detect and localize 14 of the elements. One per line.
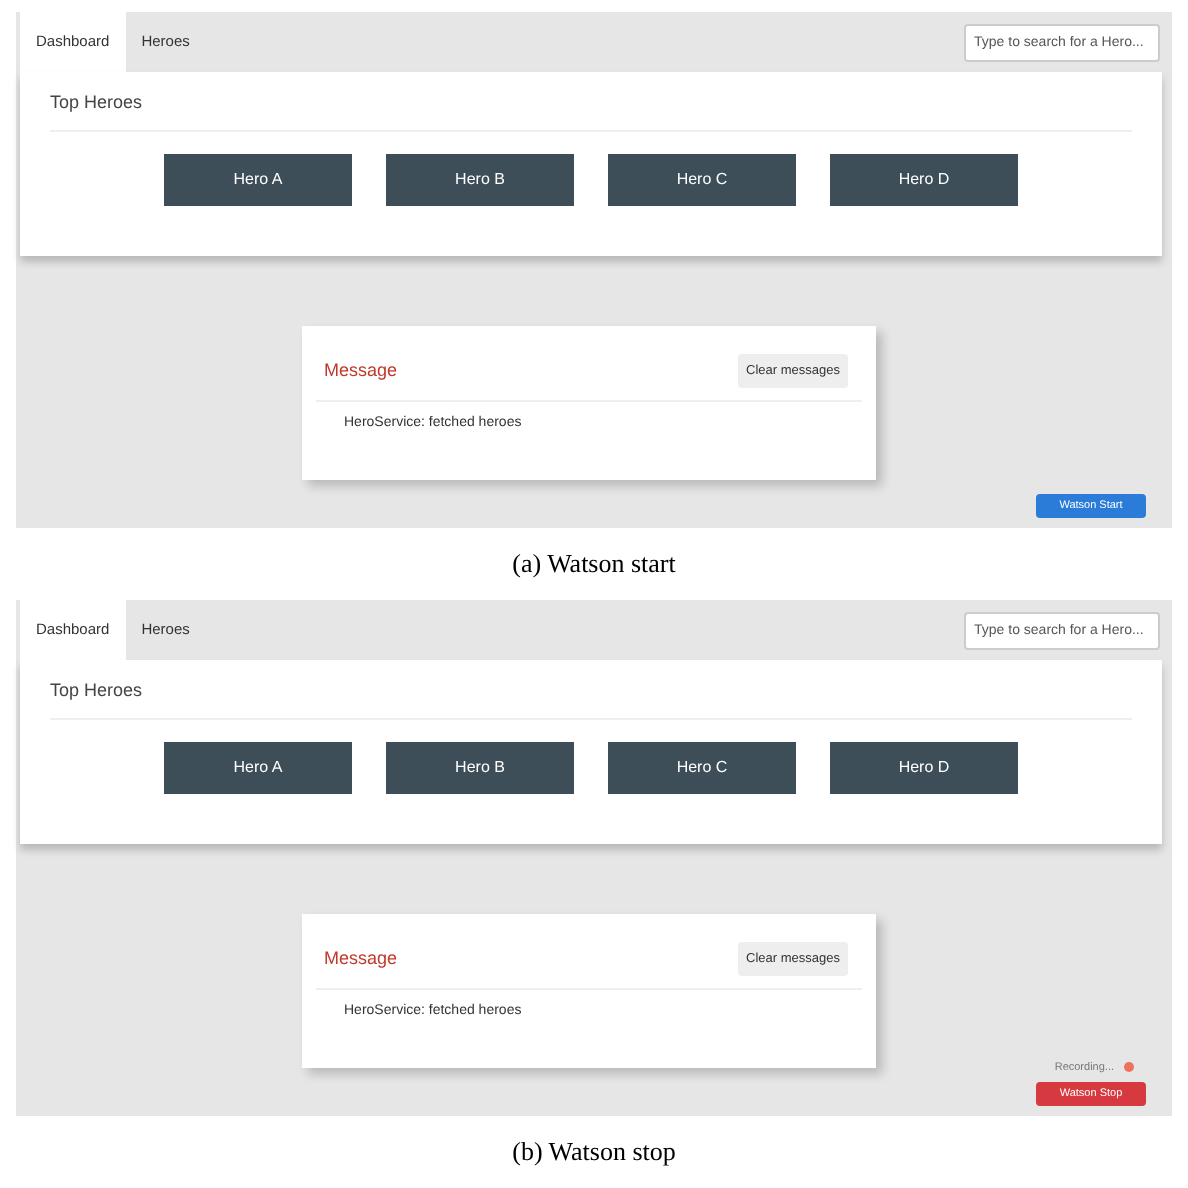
hero-tile[interactable]: Hero D bbox=[830, 153, 1018, 205]
hero-tile[interactable]: Hero B bbox=[386, 153, 574, 205]
section-title: Top Heroes bbox=[50, 90, 143, 116]
hero-tile[interactable]: Hero A bbox=[164, 741, 352, 793]
hero-tile[interactable]: Hero C bbox=[608, 153, 796, 205]
hero-tile[interactable]: Hero B bbox=[386, 741, 574, 793]
figure-caption: (a) Watson start bbox=[512, 546, 676, 583]
message-title: Message bbox=[324, 945, 398, 972]
section-title: Top Heroes bbox=[50, 678, 143, 704]
figure-caption: (b) Watson stop bbox=[512, 1134, 676, 1171]
hero-tile[interactable]: Hero D bbox=[830, 741, 1018, 793]
hero-tile[interactable]: Hero C bbox=[608, 741, 796, 793]
message-title: Message bbox=[324, 357, 398, 384]
hero-tile[interactable]: Hero A bbox=[164, 153, 352, 205]
